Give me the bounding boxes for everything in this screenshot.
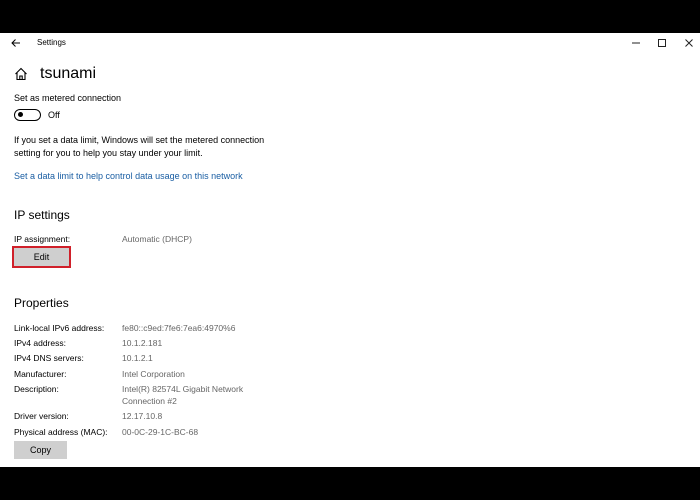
close-icon: [685, 39, 693, 47]
minimize-button[interactable]: [626, 35, 646, 51]
maximize-button[interactable]: [652, 35, 672, 51]
close-button[interactable]: [679, 35, 699, 51]
data-limit-info: If you set a data limit, Windows will se…: [14, 135, 265, 158]
ip-settings-heading: IP settings: [14, 208, 70, 222]
metered-connection-toggle[interactable]: [14, 109, 41, 121]
set-data-limit-link[interactable]: Set a data limit to help control data us…: [14, 171, 243, 181]
property-label: Link-local IPv6 address:: [14, 323, 105, 333]
title-bar: Settings: [0, 33, 700, 53]
property-label: Manufacturer:: [14, 369, 67, 379]
property-label: Physical address (MAC):: [14, 427, 108, 437]
toggle-state-label: Off: [48, 110, 60, 120]
toggle-knob: [18, 112, 23, 117]
property-value: Intel Corporation: [122, 369, 185, 379]
settings-window: Settings tsunami Set as metered connecti…: [0, 33, 700, 467]
page-title: tsunami: [40, 65, 97, 82]
arrow-left-icon: [11, 39, 20, 47]
property-label: IPv4 address:: [14, 338, 66, 348]
ip-assignment-label: IP assignment:: [14, 234, 71, 244]
minimize-icon: [632, 42, 640, 44]
metered-connection-label: Set as metered connection: [14, 93, 122, 103]
property-value: fe80::c9ed:7fe6:7ea6:4970%6: [122, 323, 236, 333]
property-value: 10.1.2.1: [122, 353, 153, 363]
property-value: 00-0C-29-1C-BC-68: [122, 427, 199, 437]
back-button[interactable]: [8, 35, 24, 51]
property-value-line1: Intel(R) 82574L Gigabit Network: [122, 384, 244, 394]
property-label: Driver version:: [14, 411, 69, 421]
ip-assignment-value: Automatic (DHCP): [122, 234, 192, 244]
home-icon[interactable]: [14, 67, 28, 81]
edit-ip-button[interactable]: Edit: [12, 246, 71, 268]
app-title: Settings: [37, 38, 66, 47]
properties-heading: Properties: [14, 296, 69, 310]
maximize-icon: [658, 39, 666, 47]
property-value: 10.1.2.181: [122, 338, 163, 348]
property-value-line2: Connection #2: [122, 396, 177, 406]
copy-button[interactable]: Copy: [14, 441, 67, 459]
property-label: Description:: [14, 384, 59, 394]
property-label: IPv4 DNS servers:: [14, 353, 84, 363]
property-value: 12.17.10.8: [122, 411, 163, 421]
